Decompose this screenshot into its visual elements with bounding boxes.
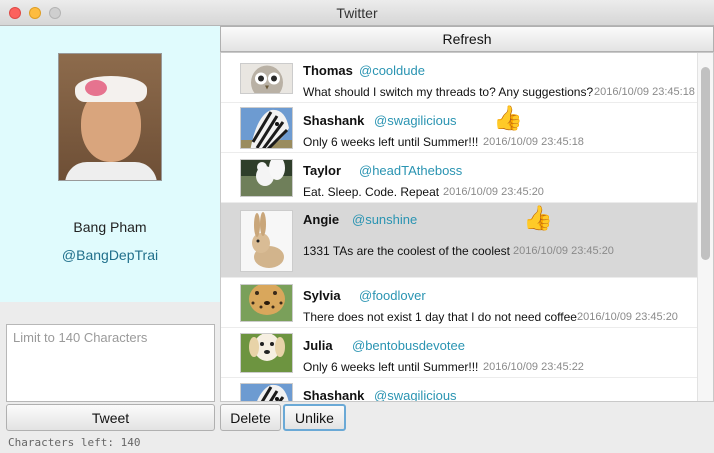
tweet-author-name: Taylor [303, 163, 342, 178]
tweet-row[interactable]: Sylvia @foodlover There does not exist 1 d… [221, 278, 697, 328]
tweet-author-name: Sylvia [303, 288, 341, 303]
title-bar: Twitter [0, 0, 714, 26]
tweet-row[interactable]: Thomas @cooldude What should I switch my t… [221, 53, 697, 103]
tweet-timestamp: 2016/10/09 23:45:22 [483, 361, 584, 373]
profile-handle: @BangDepTrai [61, 247, 159, 263]
tweet-author-handle[interactable]: @bentobusdevotee [352, 338, 465, 353]
tweet-author-handle[interactable]: @cooldude [359, 63, 425, 78]
tweet-author-avatar [240, 159, 293, 197]
tweet-author-name: Angie [303, 212, 340, 227]
profile-avatar [58, 53, 162, 181]
tweet-text: Only 6 weeks left until Summer!!! [303, 360, 479, 374]
tweet-timestamp: 2016/10/09 23:45:18 [483, 136, 584, 148]
tweet-author-avatar [240, 333, 293, 373]
tweet-button[interactable]: Tweet [6, 404, 215, 431]
tweet-timestamp: 2016/10/09 23:45:20 [513, 245, 614, 257]
tweet-author-name: Thomas [303, 63, 353, 78]
tweet-feed[interactable]: Thomas @cooldude What should I switch my t… [220, 52, 714, 402]
thumbs-up-icon: 👍 [493, 105, 523, 132]
window-title: Twitter [336, 5, 378, 21]
unlike-button[interactable]: Unlike [283, 404, 346, 431]
tweet-input[interactable] [6, 324, 215, 402]
tweet-text: 1331 TAs are the coolest of the coolest [303, 244, 511, 258]
tweet-author-name: Shashank [303, 113, 365, 128]
tweet-author-name: Julia [303, 338, 333, 353]
tweet-timestamp: 2016/10/09 23:45:20 [443, 186, 544, 198]
refresh-button[interactable]: Refresh [220, 26, 714, 52]
tweet-text: Only 6 weeks left until Summer!!! [303, 135, 479, 149]
tweet-row[interactable]: Julia @bentobusdevotee Only 6 weeks left u… [221, 328, 697, 378]
tweet-author-avatar [240, 63, 293, 94]
tweet-author-avatar [240, 383, 293, 401]
thumbs-up-icon: 👍 [523, 205, 553, 232]
tweet-author-handle[interactable]: @sunshine [352, 212, 417, 227]
characters-left-label: Characters left: 140 [8, 436, 141, 449]
feed-scroll-thumb[interactable] [701, 67, 710, 260]
tweet-author-handle[interactable]: @swagilicious [374, 113, 457, 128]
tweet-text: Eat. Sleep. Code. Repeat [303, 185, 440, 199]
feed-scrollbar[interactable] [697, 53, 713, 401]
tweet-author-name: Shashank [303, 388, 365, 402]
tweet-row[interactable]: Shashank @swagilicious [221, 378, 697, 402]
tweet-author-avatar [240, 284, 293, 322]
profile-panel: Bang Pham @BangDepTrai [0, 26, 220, 302]
tweet-timestamp: 2016/10/09 23:45:18 [594, 86, 695, 98]
tweet-author-handle[interactable]: @headTAtheboss [359, 163, 462, 178]
tweet-author-handle[interactable]: @foodlover [359, 288, 426, 303]
tweet-author-avatar [240, 210, 293, 272]
tweet-row[interactable]: Angie @sunshine 1331 TAs are the coolest o… [221, 203, 697, 278]
tweet-text: There does not exist 1 day that I do not… [303, 310, 577, 324]
tweet-row[interactable]: Shashank @swagilicious Only 6 weeks left u… [221, 103, 697, 153]
tweet-author-handle[interactable]: @swagilicious [374, 388, 457, 401]
tweet-row[interactable]: Taylor @headTAtheboss Eat. Sleep. Code. Re… [221, 153, 697, 203]
profile-name: Bang Pham [73, 219, 147, 235]
delete-button[interactable]: Delete [220, 404, 281, 431]
tweet-author-avatar [240, 107, 293, 149]
tweet-text: What should I switch my threads to? Any … [303, 85, 594, 99]
tweet-timestamp: 2016/10/09 23:45:20 [577, 311, 678, 323]
